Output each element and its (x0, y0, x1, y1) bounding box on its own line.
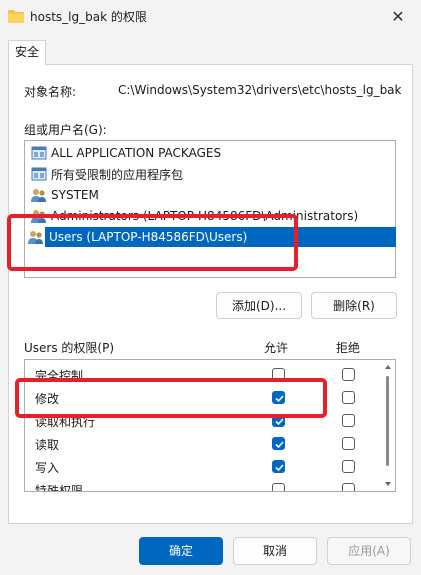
list-item[interactable]: SYSTEM (31, 185, 99, 205)
list-item[interactable]: 所有受限制的应用程序包 (31, 164, 183, 184)
allow-checkbox[interactable] (272, 460, 285, 473)
deny-header: 拒绝 (336, 341, 361, 355)
checkmark-icon (275, 441, 284, 449)
permission-name: 特殊权限 (35, 484, 84, 492)
scroll-thumb[interactable] (386, 376, 389, 466)
table-row: 完全控制 (25, 363, 381, 386)
list-item-label: SYSTEM (51, 188, 99, 202)
permission-name: 完全控制 (35, 369, 84, 383)
scroll-down-icon[interactable] (384, 480, 392, 488)
allow-checkbox[interactable] (272, 437, 285, 450)
deny-checkbox[interactable] (342, 391, 355, 404)
group-user-list[interactable]: ALL APPLICATION PACKAGES 所有受限制的应用程序包 SYS… (24, 140, 396, 278)
table-row: 读取 (25, 432, 381, 455)
close-icon: ✕ (391, 6, 405, 26)
permission-name: 读取 (35, 438, 60, 452)
table-row: 读取和执行 (25, 409, 381, 432)
add-button[interactable]: 添加(D)... (216, 292, 302, 319)
deny-checkbox[interactable] (342, 368, 355, 381)
list-item[interactable]: Administrators (LAPTOP-H84586FD\Administ… (31, 206, 358, 226)
title-bar: hosts_lg_bak 的权限 ✕ (0, 0, 421, 32)
allow-checkbox[interactable] (272, 483, 285, 491)
allow-checkbox[interactable] (272, 391, 285, 404)
remove-button[interactable]: 删除(R) (311, 292, 397, 319)
permission-name: 写入 (35, 461, 60, 475)
permissions-scrollbar[interactable] (381, 360, 395, 491)
list-item-selected[interactable]: Users (LAPTOP-H84586FD\Users) (28, 227, 396, 247)
cancel-button[interactable]: 取消 (233, 537, 317, 565)
permission-name: 修改 (35, 392, 60, 406)
allow-header: 允许 (264, 341, 289, 355)
table-row: 写入 (25, 455, 381, 478)
list-item-label: Users (LAPTOP-H84586FD\Users) (45, 227, 396, 247)
group-user-label: 组或用户名(G): (24, 123, 107, 137)
users-icon (31, 189, 46, 202)
table-row: 特殊权限 (25, 478, 381, 492)
list-item-label: Administrators (LAPTOP-H84586FD\Administ… (51, 209, 359, 223)
apply-button[interactable]: 应用(A) (327, 537, 411, 565)
list-item[interactable]: ALL APPLICATION PACKAGES (31, 143, 221, 163)
deny-checkbox[interactable] (342, 437, 355, 450)
permissions-table: 完全控制 修改 读取和执行 读取 写入 特殊权限 (24, 359, 396, 492)
permissions-title: Users 的权限(P) (24, 341, 115, 355)
table-row: 修改 (25, 386, 381, 409)
ok-button[interactable]: 确定 (139, 537, 223, 565)
checkmark-icon (275, 464, 284, 472)
users-icon (31, 210, 46, 223)
users-icon (28, 231, 43, 244)
scroll-up-icon[interactable] (384, 363, 392, 371)
close-button[interactable]: ✕ (375, 0, 421, 32)
deny-checkbox[interactable] (342, 414, 355, 427)
checkmark-icon (275, 418, 284, 426)
package-group-icon (31, 167, 47, 181)
package-group-icon (31, 146, 47, 160)
list-item-label: 所有受限制的应用程序包 (51, 167, 184, 182)
window-title: hosts_lg_bak 的权限 (30, 10, 147, 24)
object-name-label: 对象名称: (24, 85, 77, 99)
folder-icon (8, 10, 24, 23)
object-name-value: C:\Windows\System32\drivers\etc\hosts_lg… (118, 83, 402, 97)
deny-checkbox[interactable] (342, 483, 355, 491)
tab-security[interactable]: 安全 (8, 40, 46, 65)
allow-checkbox[interactable] (272, 368, 285, 381)
allow-checkbox[interactable] (272, 414, 285, 427)
list-item-label: ALL APPLICATION PACKAGES (51, 146, 222, 160)
permission-name: 读取和执行 (35, 415, 96, 429)
checkmark-icon (275, 395, 284, 403)
deny-checkbox[interactable] (342, 460, 355, 473)
